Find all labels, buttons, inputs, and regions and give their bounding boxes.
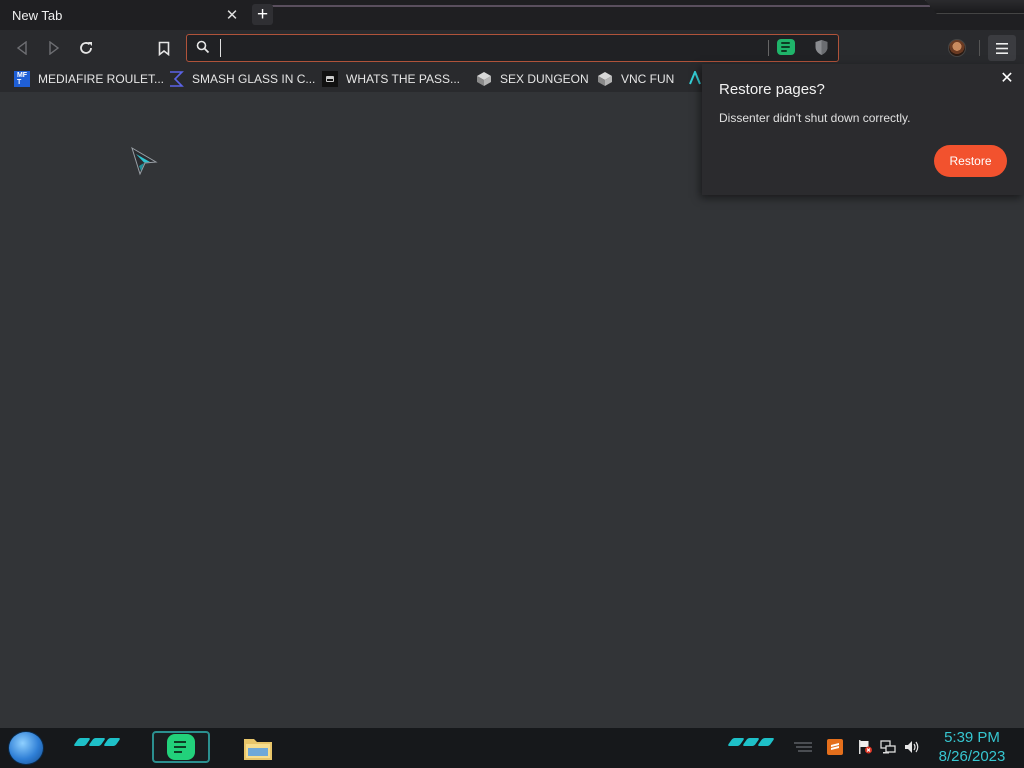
taskbar-chevron-decoration xyxy=(73,738,121,748)
tray-expand-icon xyxy=(794,742,812,752)
back-button[interactable] xyxy=(12,38,32,58)
profile-avatar[interactable] xyxy=(948,39,966,57)
cube-icon xyxy=(597,71,613,87)
folder-icon xyxy=(244,739,272,760)
restore-button[interactable]: Restore xyxy=(934,145,1007,177)
text-caret xyxy=(220,39,221,57)
sublime-tray-icon[interactable] xyxy=(827,739,843,755)
tab-title: New Tab xyxy=(12,7,63,23)
show-hidden-icons-button[interactable] xyxy=(792,740,814,754)
search-icon xyxy=(196,40,212,56)
hamburger-menu-icon xyxy=(996,42,1008,54)
bookmark-page-button[interactable] xyxy=(154,38,174,58)
cube-icon xyxy=(476,71,492,87)
tab-strip-decoration xyxy=(270,5,930,7)
close-icon[interactable]: ✕ xyxy=(998,69,1016,87)
clock-time: 5:39 PM xyxy=(944,729,1000,746)
address-bar[interactable] xyxy=(186,34,839,62)
reload-icon xyxy=(80,42,92,54)
taskbar-file-explorer[interactable] xyxy=(242,733,274,763)
lambda-icon xyxy=(689,69,701,85)
forward-button[interactable] xyxy=(44,38,64,58)
reload-button[interactable] xyxy=(76,38,96,58)
gab-comments-icon[interactable] xyxy=(777,39,795,55)
taskbar-chevron-decoration xyxy=(727,738,775,748)
tab-close-button[interactable]: ✕ xyxy=(224,6,240,24)
bookmark-item-mediafire[interactable]: MF T MEDIAFIRE ROULET... xyxy=(14,68,164,90)
sigma-icon xyxy=(168,71,184,87)
bookmark-item-smash-glass[interactable]: SMASH GLASS IN C... xyxy=(168,68,315,90)
network-icon[interactable] xyxy=(880,739,896,755)
volume-icon[interactable] xyxy=(904,739,920,755)
tab-strip: New Tab ✕ + xyxy=(0,0,1024,30)
bookmark-item-whats-the-pass[interactable]: WHATS THE PASS... xyxy=(322,68,460,90)
bookmark-item-partial[interactable] xyxy=(689,69,703,87)
tab-new-tab[interactable]: New Tab xyxy=(0,0,246,30)
restore-pages-dialog: Restore pages? Dissenter didn't shut dow… xyxy=(702,64,1024,195)
mouse-cursor-icon xyxy=(130,146,158,176)
terminal-icon xyxy=(322,71,338,87)
shield-icon[interactable] xyxy=(814,39,829,56)
address-bar-divider xyxy=(768,40,769,56)
forward-arrow-icon xyxy=(49,41,60,55)
dialog-title: Restore pages? xyxy=(719,81,825,98)
taskbar-clock[interactable]: 5:39 PM 8/26/2023 xyxy=(932,728,1012,766)
window-corner-decoration xyxy=(925,0,1024,14)
new-tab-button[interactable]: + xyxy=(252,4,273,25)
bookmark-item-sex-dungeon[interactable]: SEX DUNGEON xyxy=(476,68,589,90)
mediafire-icon: MF T xyxy=(14,71,30,87)
taskbar-dissenter-app[interactable] xyxy=(152,731,210,763)
main-menu-button[interactable] xyxy=(988,35,1016,61)
back-arrow-icon xyxy=(16,41,27,55)
search-input[interactable] xyxy=(219,38,759,58)
bookmark-item-vnc-fun[interactable]: VNC FUN xyxy=(597,68,674,90)
toolbar-divider xyxy=(979,40,980,56)
clock-date: 8/26/2023 xyxy=(938,748,1006,765)
gab-app-icon xyxy=(167,734,195,760)
action-center-flag-icon[interactable] xyxy=(857,739,873,755)
bookmark-icon xyxy=(158,41,170,56)
start-button[interactable] xyxy=(8,731,44,765)
dialog-message: Dissenter didn't shut down correctly. xyxy=(719,111,911,125)
